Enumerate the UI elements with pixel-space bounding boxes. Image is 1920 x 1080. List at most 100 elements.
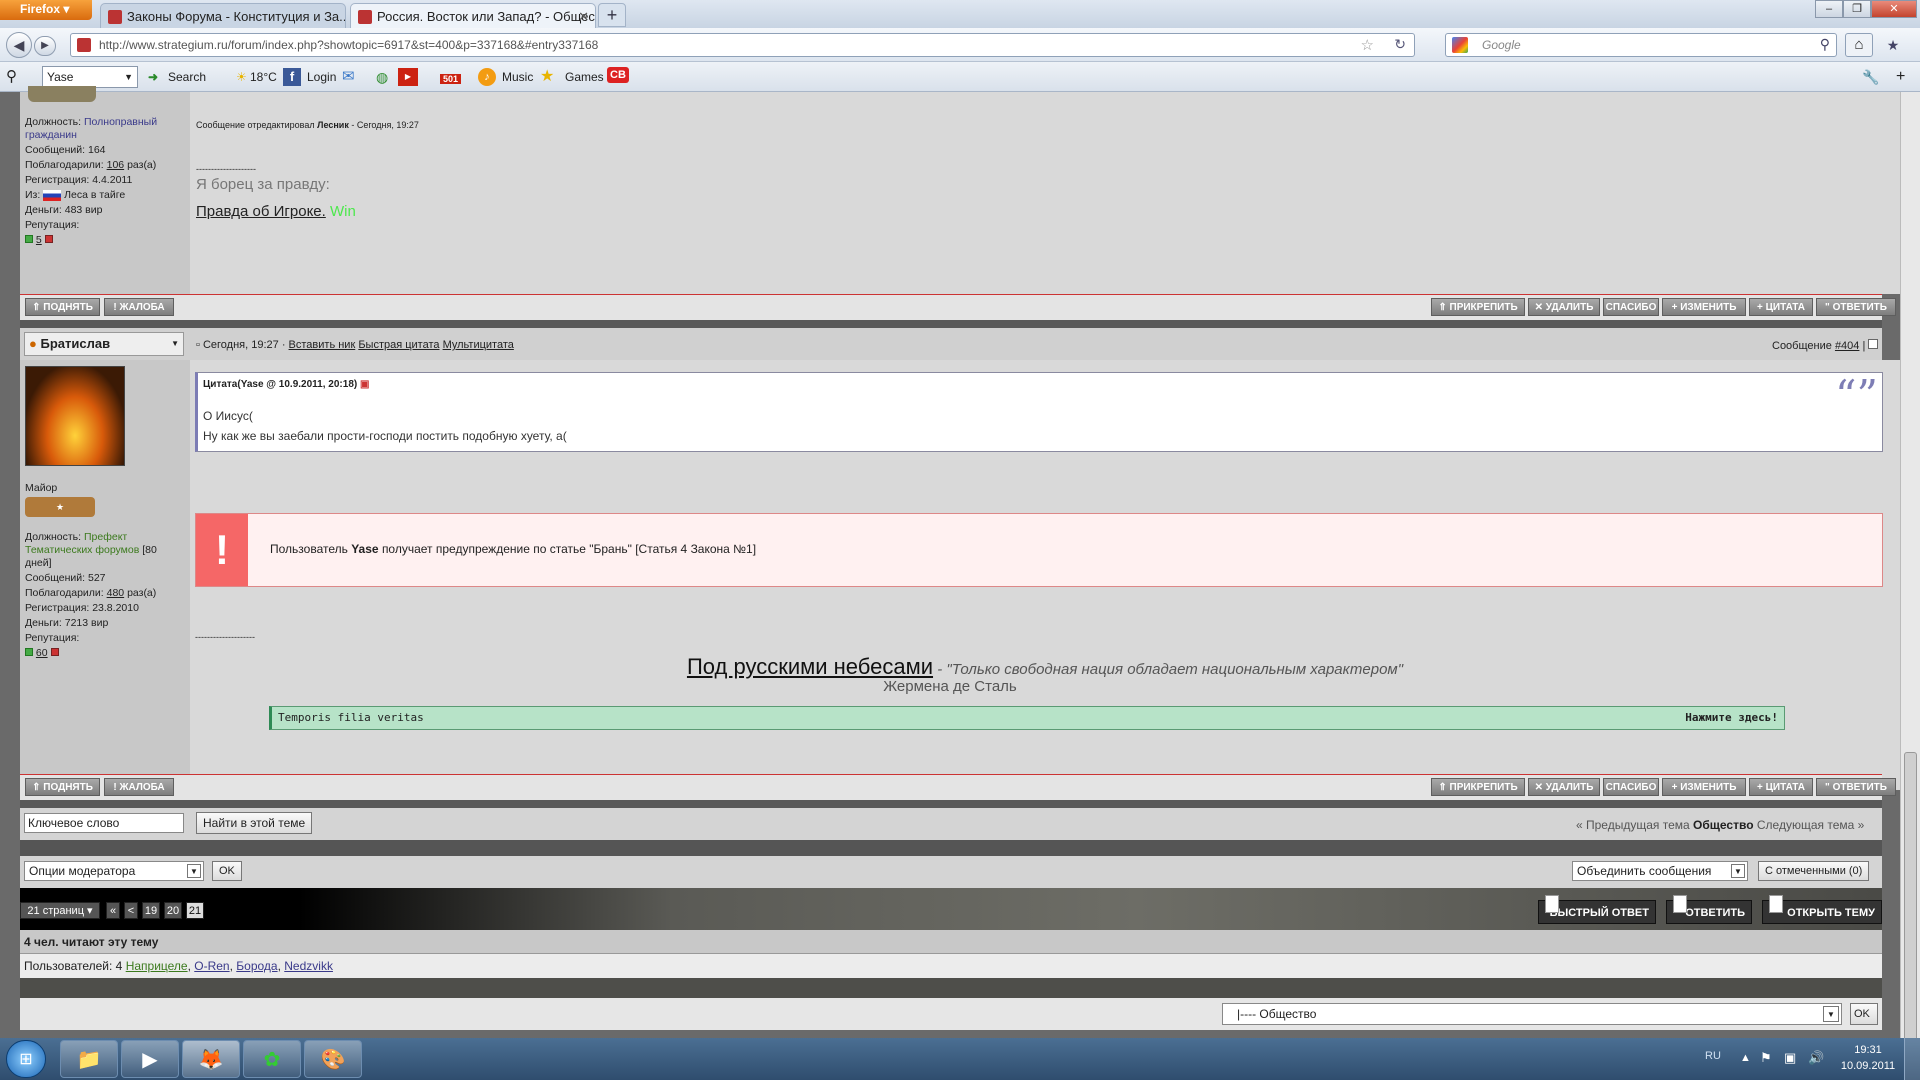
login-button[interactable]: Login [307,68,336,86]
search-icon[interactable]: ⚲ [6,68,17,86]
with-selected-button[interactable]: С отмеченными (0) [1758,861,1870,881]
mod-ok-button[interactable]: OK [212,861,242,881]
reader-link[interactable]: Nedzvikk [284,959,333,973]
close-tab-icon[interactable]: ✕ [578,9,589,25]
quick-quote-link[interactable]: Быстрая цитата [358,339,439,351]
quote-button[interactable]: + ЦИТАТА [1749,778,1813,796]
rep-minus-icon[interactable] [44,235,53,243]
minimize-button[interactable]: – [1815,0,1843,18]
explorer-icon[interactable]: 📁 [60,1040,118,1078]
search-topic-button[interactable]: Найти в этой теме [196,812,313,834]
author-dropdown[interactable]: ● Братислав ▼ [24,332,184,356]
search-icon[interactable]: ⚲ [1820,36,1830,53]
forum-name-link[interactable]: Общество [1693,818,1754,832]
facebook-icon[interactable]: f [283,68,301,86]
multiquote-link[interactable]: Мультицитата [443,339,514,351]
url-bar[interactable]: http://www.strategium.ru/forum/index.php… [70,33,1415,57]
up-button[interactable]: ⇑ ПОДНЯТЬ [25,298,100,316]
rep-plus-icon[interactable] [25,648,33,656]
bookmarks-icon[interactable]: ★ [1878,34,1908,56]
quote-button[interactable]: + ЦИТАТА [1749,298,1813,316]
reader-link[interactable]: Наприцеле [126,959,188,973]
back-arrow-icon[interactable]: ◀ [6,32,32,58]
forward-arrow-icon[interactable]: ▶ [34,36,56,56]
delete-button[interactable]: ✕ УДАЛИТЬ [1528,778,1600,796]
reply-button[interactable]: " ОТВЕТИТЬ [1816,778,1896,796]
new-topic-button[interactable]: ОТКРЫТЬ ТЕМУ [1762,895,1882,924]
reader-link[interactable]: O-Ren [194,959,229,973]
reply-button[interactable]: " ОТВЕТИТЬ [1816,298,1896,316]
firefox-menu-button[interactable]: Firefox ▾ [0,0,92,20]
home-icon[interactable]: ⌂ [1845,33,1873,57]
page-20-button[interactable]: 20 [164,902,182,919]
prev-topic-link[interactable]: « Предыдущая тема [1576,818,1690,832]
first-page-button[interactable]: « [106,902,120,919]
merge-messages-select[interactable]: Объединить сообщения ▼ [1572,861,1748,881]
select-checkbox[interactable] [1868,339,1879,349]
media-player-icon[interactable]: ▶ [121,1040,179,1078]
edit-button[interactable]: + ИЗМЕНИТЬ [1662,778,1746,796]
tray-arrow-icon[interactable]: ▲ [1740,1052,1751,1064]
signature-link[interactable]: Правда об Игроке. [196,203,326,220]
rep-minus-icon[interactable] [50,648,59,656]
scrollbar-thumb[interactable] [1904,752,1917,1080]
quote-link-icon[interactable]: ▣ [360,379,369,390]
spoiler-button[interactable]: Нажмите здесь! [1685,711,1778,724]
jump-ok-button[interactable]: OK [1850,1003,1878,1025]
flag-icon[interactable]: ⚑ [1760,1050,1772,1066]
prev-page-button[interactable]: < [124,902,138,919]
volume-icon[interactable]: 🔊 [1808,1050,1824,1066]
thanks-button[interactable]: СПАСИБО [1603,298,1659,316]
world-icon[interactable]: ◍ [376,68,388,86]
profile-dropdown[interactable]: Yase ▼ [42,66,138,88]
start-button[interactable]: ⊞ [6,1040,46,1078]
edit-button[interactable]: + ИЗМЕНИТЬ [1662,298,1746,316]
report-button[interactable]: ! ЖАЛОБА [104,778,174,796]
reputation-value[interactable]: 60 [36,647,48,659]
page-scrollbar[interactable] [1900,92,1920,1080]
firefox-taskbar-icon[interactable]: 🦊 [182,1040,240,1078]
notification-badge[interactable]: 501 [440,74,462,84]
pin-button[interactable]: ⇑ ПРИКРЕПИТЬ [1431,298,1525,316]
new-tab-button[interactable]: + [598,3,626,27]
thanks-link[interactable]: 480 [107,587,125,599]
moderator-options-select[interactable]: Опции модератора ▼ [24,861,204,881]
reader-link[interactable]: Борода [236,959,277,973]
quick-reply-button[interactable]: БЫСТРЫЙ ОТВЕТ [1538,895,1656,924]
maximize-button[interactable]: ❐ [1843,0,1871,18]
pin-button[interactable]: ⇑ ПРИКРЕПИТЬ [1431,778,1525,796]
pages-dropdown[interactable]: 21 страниц ▾ [20,902,100,919]
up-button[interactable]: ⇑ ПОДНЯТЬ [25,778,100,796]
signature-title-link[interactable]: Под русскими небесами [687,654,933,679]
add-icon[interactable]: + [1896,68,1905,86]
reload-icon[interactable]: ↻ [1394,36,1406,53]
delete-button[interactable]: ✕ УДАЛИТЬ [1528,298,1600,316]
toolbar-search-button[interactable]: Search [168,68,206,86]
avatar[interactable] [25,366,125,466]
clock[interactable]: 19:31 10.09.2011 [1836,1042,1900,1074]
show-desktop-button[interactable] [1904,1038,1920,1080]
icq-icon[interactable]: ✿ [243,1040,301,1078]
next-topic-link[interactable]: Следующая тема » [1757,818,1864,832]
keyword-input[interactable]: Ключевое слово [24,813,184,833]
bookmark-star-icon[interactable]: ☆ [1361,36,1374,54]
youtube-icon[interactable]: ▶ [398,68,418,86]
tab-russia[interactable]: Россия. Восток или Запад? - Общес... ✕ [350,3,596,28]
close-window-button[interactable]: ✕ [1871,0,1917,18]
tab-laws[interactable]: Законы Форума - Конституция и За... [100,3,346,28]
forum-jump-select[interactable]: |---- Общество ▼ [1222,1003,1842,1025]
cb-button[interactable]: CB [607,67,629,83]
music-button[interactable]: Music [502,68,533,86]
weather-text[interactable]: 18°C [250,68,277,86]
page-19-button[interactable]: 19 [142,902,160,919]
google-search-input[interactable]: Google ⚲ [1445,33,1837,57]
insert-nick-link[interactable]: Вставить ник [289,339,356,351]
mail-icon[interactable]: ✉ [342,68,355,86]
network-icon[interactable]: ▣ [1784,1050,1796,1066]
games-button[interactable]: Games [565,68,604,86]
paint-icon[interactable]: 🎨 [304,1040,362,1078]
reputation-value[interactable]: 5 [36,234,42,246]
reply-topic-button[interactable]: ОТВЕТИТЬ [1666,895,1752,924]
message-number-link[interactable]: #404 [1835,340,1859,352]
report-button[interactable]: ! ЖАЛОБА [104,298,174,316]
